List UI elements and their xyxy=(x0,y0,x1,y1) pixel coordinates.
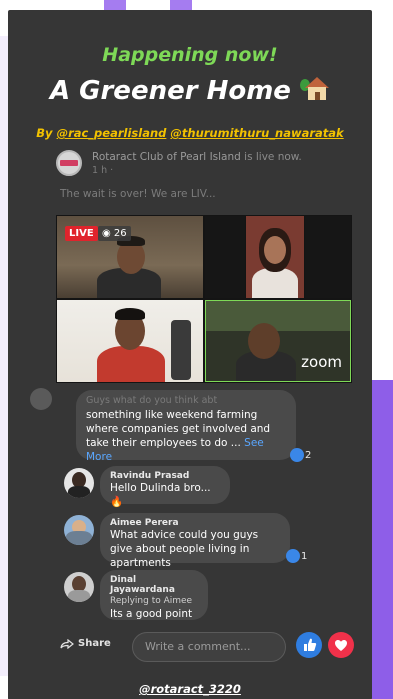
comment-text: something like weekend farming where com… xyxy=(86,408,286,464)
story-title-text: A Greener Home xyxy=(49,76,291,106)
byline-prefix: By xyxy=(36,126,53,140)
reply-indicator: Replying to Aimee xyxy=(110,596,193,606)
story-title: A Greener Home xyxy=(8,76,372,106)
like-button[interactable] xyxy=(296,632,322,658)
share-button[interactable]: Share xyxy=(60,638,111,649)
comment-input[interactable]: Write a comment... xyxy=(132,632,286,662)
commenter-avatar[interactable] xyxy=(64,515,94,545)
like-reaction-icon xyxy=(290,448,304,462)
live-post: Rotaract Club of Pearl Island is live no… xyxy=(52,148,344,213)
commenter-avatar[interactable] xyxy=(64,572,94,602)
comment-bubble: Ravindu Prasad Hello Dulinda bro...🔥 xyxy=(100,466,230,508)
post-header: Rotaract Club of Pearl Island is live no… xyxy=(92,150,302,164)
zoom-watermark: zoom xyxy=(301,353,342,371)
reaction-count[interactable]: 2 xyxy=(290,448,311,462)
comment-text: Hello Dulinda bro...🔥 xyxy=(110,482,211,508)
video-tile xyxy=(57,300,203,382)
comment-bubble: Dinal Jayawardana Replying to Aimee Its … xyxy=(100,570,208,620)
comment-composer-bar: Share Write a comment... xyxy=(52,632,354,662)
reaction-number: 1 xyxy=(301,550,308,562)
heart-icon xyxy=(335,640,347,651)
page-name[interactable]: Rotaract Club of Pearl Island xyxy=(92,151,241,163)
kicker-text: Happening now! xyxy=(102,44,278,66)
video-tile-gap xyxy=(205,216,245,298)
commenter-avatar[interactable] xyxy=(64,468,94,498)
background-strip xyxy=(0,36,8,676)
globe-icon: · xyxy=(110,165,114,176)
participant-name xyxy=(60,292,61,296)
commenter-name[interactable]: Dinal Jayawardana xyxy=(110,575,198,595)
story-card: Happening now! A Greener Home By @rac_pe… xyxy=(8,10,372,699)
live-video[interactable]: zoom LIVE ◉ 26 xyxy=(56,215,352,383)
comment-body: something like weekend farming where com… xyxy=(86,409,271,449)
reaction-number: 2 xyxy=(305,449,312,461)
video-tile xyxy=(246,216,304,298)
commenter-avatar[interactable] xyxy=(30,388,52,410)
viewer-count: 26 xyxy=(113,228,127,239)
like-reaction-icon xyxy=(286,549,300,563)
post-time-text: 1 h xyxy=(92,165,108,176)
love-button[interactable] xyxy=(328,632,354,658)
reaction-count[interactable]: 1 xyxy=(286,549,307,563)
comment-item: Ravindu Prasad Hello Dulinda bro...🔥 xyxy=(64,466,244,508)
video-tile-active-speaker: zoom xyxy=(205,300,351,382)
footer-handle[interactable]: @rotaract_3220 xyxy=(8,682,372,696)
comment-bubble: Aimee Perera What advice could you guys … xyxy=(100,513,290,569)
commenter-name[interactable]: Ravindu Prasad xyxy=(110,471,220,481)
decorative-shape xyxy=(372,380,393,699)
comment-text: What advice could you guys give about pe… xyxy=(110,529,259,569)
screenshot-stage: Happening now! A Greener Home By @rac_pe… xyxy=(0,0,393,699)
comment-item: Aimee Perera What advice could you guys … xyxy=(64,513,314,569)
house-icon xyxy=(300,77,330,101)
eye-icon: ◉ xyxy=(102,228,111,239)
post-time: 1 h · xyxy=(92,165,113,176)
live-badge: LIVE xyxy=(65,226,98,241)
commenter-name[interactable]: Aimee Perera xyxy=(110,518,280,528)
comment-item: Dinal Jayawardana Replying to Aimee Its … xyxy=(64,570,244,620)
live-status: is live now. xyxy=(244,151,302,163)
thumbs-up-icon xyxy=(304,638,317,651)
byline: By @rac_pearlisland @thurumithuru_nawara… xyxy=(8,126,372,140)
share-icon xyxy=(60,638,74,649)
comment-text: Its a good point xyxy=(110,608,193,620)
viewer-count-badge: ◉ 26 xyxy=(98,226,131,241)
byline-handle-1[interactable]: @rac_pearlisland xyxy=(57,126,167,140)
byline-handle-2[interactable]: @thurumithuru_nawaratak xyxy=(170,126,343,140)
post-text: The wait is over! We are LIV... xyxy=(60,188,216,200)
video-tile-gap xyxy=(305,216,351,298)
share-label: Share xyxy=(78,638,111,649)
comment-bubble: Guys what do you think abt something lik… xyxy=(76,390,296,463)
comment-item: Guys what do you think abt something lik… xyxy=(30,388,320,463)
page-avatar[interactable] xyxy=(56,150,82,176)
comment-text-faded: Guys what do you think abt xyxy=(86,395,218,406)
